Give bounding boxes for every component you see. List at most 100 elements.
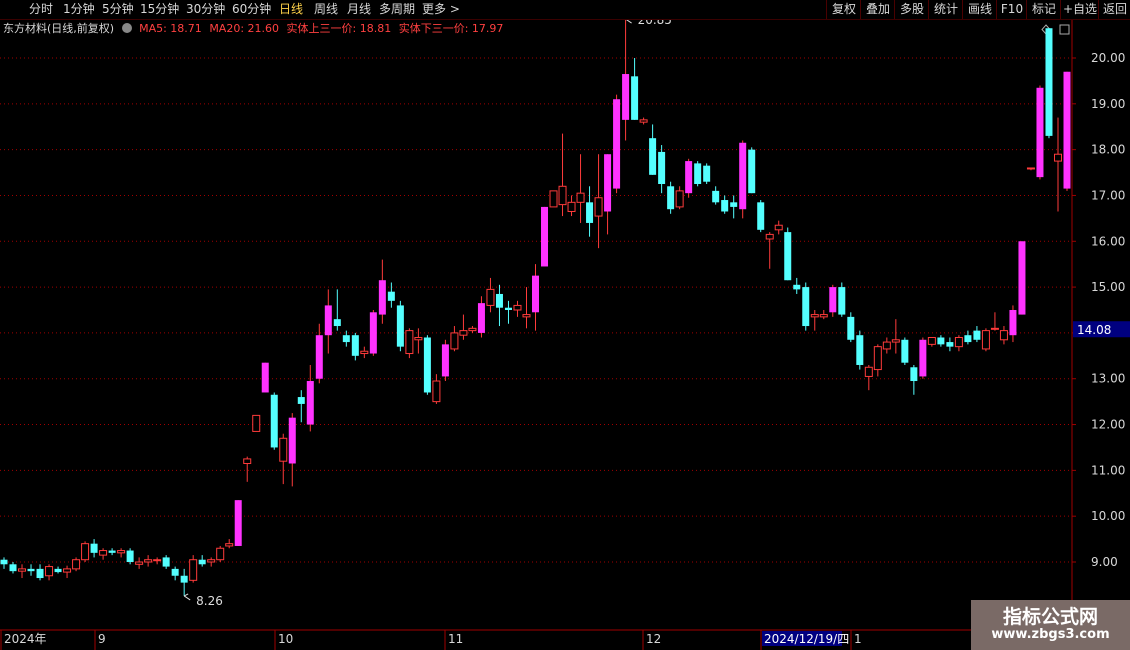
candle-body [721,200,729,212]
candle [378,259,386,324]
candle-body [712,190,720,203]
candle-body [72,559,81,570]
candle-body [685,161,693,194]
candle [54,566,62,574]
candle [144,555,153,567]
candle-body [243,458,252,464]
candle [819,310,828,320]
date-label: 9 [98,632,106,646]
candle [396,300,404,352]
candle-body [649,138,657,175]
candle-body [937,337,945,345]
candle-body [99,550,108,556]
candle [198,555,206,567]
candle [784,227,792,281]
candle [937,335,945,347]
toolbar-button-4[interactable]: 画线 [962,0,997,19]
period-tab-4[interactable]: 30分钟 [183,1,228,18]
period-tab-2[interactable]: 5分钟 [99,1,137,18]
candle-body [910,367,918,382]
date-label: 12 [646,632,661,646]
price-tick-label: 12.00 [1091,418,1125,432]
price-tick-label: 9.00 [1091,555,1118,569]
candle [261,362,269,393]
candle [1009,305,1017,343]
toolbar-button-0[interactable]: 复权 [826,0,861,19]
candle-body [730,202,738,207]
period-tab-8[interactable]: 月线 [344,1,374,18]
period-tab-7[interactable]: 周线 [311,1,341,18]
candle-body [864,366,873,377]
period-tab-3[interactable]: 15分钟 [137,1,182,18]
period-tab-0[interactable]: 分时 [26,1,56,18]
candle-body [819,314,828,318]
candle-body [576,192,585,203]
candle-body [468,327,477,332]
candle [90,539,98,558]
candle [882,337,891,354]
candle-body [9,564,17,572]
toolbar-button-1[interactable]: 叠加 [860,0,895,19]
candle [757,200,765,233]
high-price-label: 20.85 [638,20,672,27]
period-tab-9[interactable]: 多周期 [376,1,418,18]
candle-body [387,291,395,301]
candle-body [405,330,414,355]
candle-body [631,76,639,120]
candle-body [567,201,576,212]
candle-body [198,559,206,565]
candle [63,565,72,579]
candle-body [901,339,909,363]
candle [216,545,225,562]
candle-body [414,336,423,341]
candle [0,557,8,569]
candle-body [306,381,314,425]
candle-body [189,559,198,581]
candle [36,564,44,581]
candle-body [225,543,234,547]
candle-body [694,163,702,184]
candle-body [486,288,495,306]
candle-body [18,568,27,572]
candle [387,282,395,308]
candle-body [450,332,459,350]
price-tick-label: 17.00 [1091,188,1125,202]
toolbar-button-6[interactable]: 标记 [1026,0,1061,19]
candle-body [586,202,594,223]
candle [631,58,639,120]
candle-body [838,287,846,315]
candle-body [81,543,90,561]
candle-body [1036,87,1044,178]
candle-body [117,550,126,554]
candle-body [396,305,404,347]
candle [891,319,900,354]
toolbar-button-2[interactable]: 多股 [894,0,929,19]
date-label: 1 [854,632,862,646]
candle [558,133,567,217]
toolbar-button-8[interactable]: 返回 [1098,0,1130,19]
toolbar-button-7[interactable]: +自选 [1060,0,1099,19]
candle [450,326,459,352]
period-tab-5[interactable]: 60分钟 [229,1,274,18]
panel-toggle-icon[interactable] [1059,24,1070,35]
period-tab-1[interactable]: 1分钟 [60,1,98,18]
candle-body [964,335,972,343]
candle-body [108,550,116,553]
candle-body [216,547,225,561]
candle [765,232,774,269]
candle-body [0,559,8,565]
toolbar-button-3[interactable]: 统计 [928,0,963,19]
period-tab-10[interactable]: 更多 > [419,1,463,18]
candle [649,124,657,175]
candle-body [784,232,792,281]
candle-body [604,154,612,212]
period-tab-6[interactable]: 日线 [276,1,306,18]
candle [405,328,414,359]
low-marker [183,593,191,601]
toolbar-button-5[interactable]: F10 [996,0,1027,19]
candle [774,220,783,235]
candle [694,161,702,187]
candle [333,289,341,331]
candle-body [757,202,765,230]
candlestick-chart[interactable]: 20.0019.0018.0017.0016.0015.0014.0013.00… [0,20,1130,650]
